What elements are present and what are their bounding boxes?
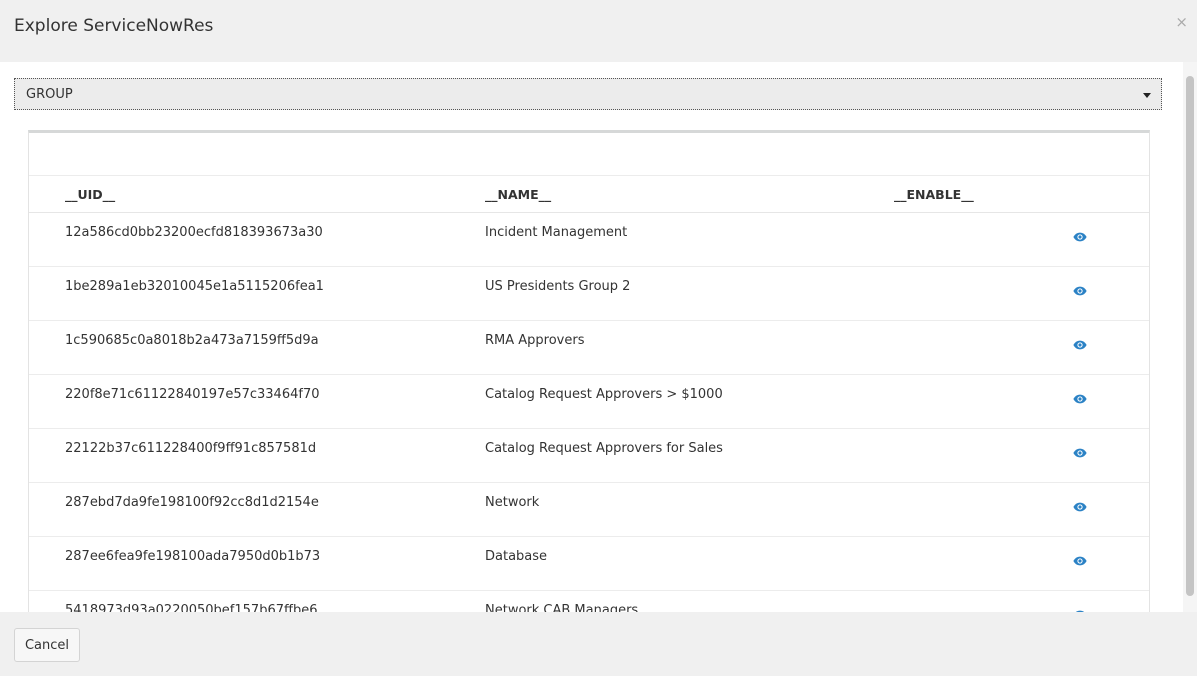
row-name: RMA Approvers [485, 333, 585, 348]
row-name: Network [485, 495, 540, 510]
row-name: US Presidents Group 2 [485, 279, 631, 294]
row-name: Network CAB Managers [485, 603, 639, 612]
row-uid: 1be289a1eb32010045e1a5115206fea1 [65, 279, 324, 294]
table-row: 220f8e71c61122840197e57c33464f70 Catalog … [29, 375, 1149, 429]
row-uid: 22122b37c611228400f9ff91c857581d [65, 441, 317, 456]
table-header: __UID__ __NAME__ __ENABLE__ [29, 176, 1149, 213]
object-class-select[interactable]: GROUP [14, 78, 1162, 110]
row-uid: 5418973d93a0220050bef157b67ffbe6 [65, 603, 318, 612]
table-row: 5418973d93a0220050bef157b67ffbe6 Network … [29, 591, 1149, 612]
eye-icon[interactable] [1073, 501, 1087, 513]
modal-footer: Cancel [0, 612, 1197, 676]
modal-header: Explore ServiceNowRes × [0, 0, 1197, 62]
table-row: 1c590685c0a8018b2a473a7159ff5d9a RMA Appr… [29, 321, 1149, 375]
table-row: 22122b37c611228400f9ff91c857581d Catalog … [29, 429, 1149, 483]
close-icon[interactable]: × [1175, 13, 1188, 31]
table-toolbar [29, 133, 1149, 176]
modal-title: Explore ServiceNowRes [14, 16, 214, 36]
eye-icon[interactable] [1073, 393, 1087, 405]
column-header-enable[interactable]: __ENABLE__ [894, 187, 974, 202]
column-header-uid[interactable]: __UID__ [65, 187, 115, 202]
row-uid: 287ee6fea9fe198100ada7950d0b1b73 [65, 549, 321, 564]
row-uid: 1c590685c0a8018b2a473a7159ff5d9a [65, 333, 319, 348]
eye-icon[interactable] [1073, 285, 1087, 297]
caret-down-icon [1143, 93, 1151, 98]
table-row: 1be289a1eb32010045e1a5115206fea1 US Presi… [29, 267, 1149, 321]
row-name: Database [485, 549, 548, 564]
eye-icon[interactable] [1073, 555, 1087, 567]
eye-icon[interactable] [1073, 339, 1087, 351]
cancel-button[interactable]: Cancel [14, 628, 80, 662]
row-uid: 12a586cd0bb23200ecfd818393673a30 [65, 225, 323, 240]
modal-body: GROUP __UID__ __NAME__ __ENABLE__ 12a586… [0, 62, 1197, 612]
scrollbar-thumb[interactable] [1186, 76, 1194, 596]
table-row: 287ee6fea9fe198100ada7950d0b1b73 Database [29, 537, 1149, 591]
eye-icon[interactable] [1073, 447, 1087, 459]
table-row: 287ebd7da9fe198100f92cc8d1d2154e Network [29, 483, 1149, 537]
table-row: 12a586cd0bb23200ecfd818393673a30 Incident… [29, 213, 1149, 267]
row-uid: 220f8e71c61122840197e57c33464f70 [65, 387, 320, 402]
row-name: Incident Management [485, 225, 628, 240]
row-name: Catalog Request Approvers for Sales [485, 441, 723, 456]
row-uid: 287ebd7da9fe198100f92cc8d1d2154e [65, 495, 319, 510]
results-table: __UID__ __NAME__ __ENABLE__ 12a586cd0bb2… [28, 130, 1150, 612]
eye-icon[interactable] [1073, 231, 1087, 243]
column-header-name[interactable]: __NAME__ [485, 187, 551, 202]
table-body: 12a586cd0bb23200ecfd818393673a30 Incident… [29, 213, 1149, 612]
row-name: Catalog Request Approvers > $1000 [485, 387, 723, 402]
select-value: GROUP [26, 87, 73, 102]
